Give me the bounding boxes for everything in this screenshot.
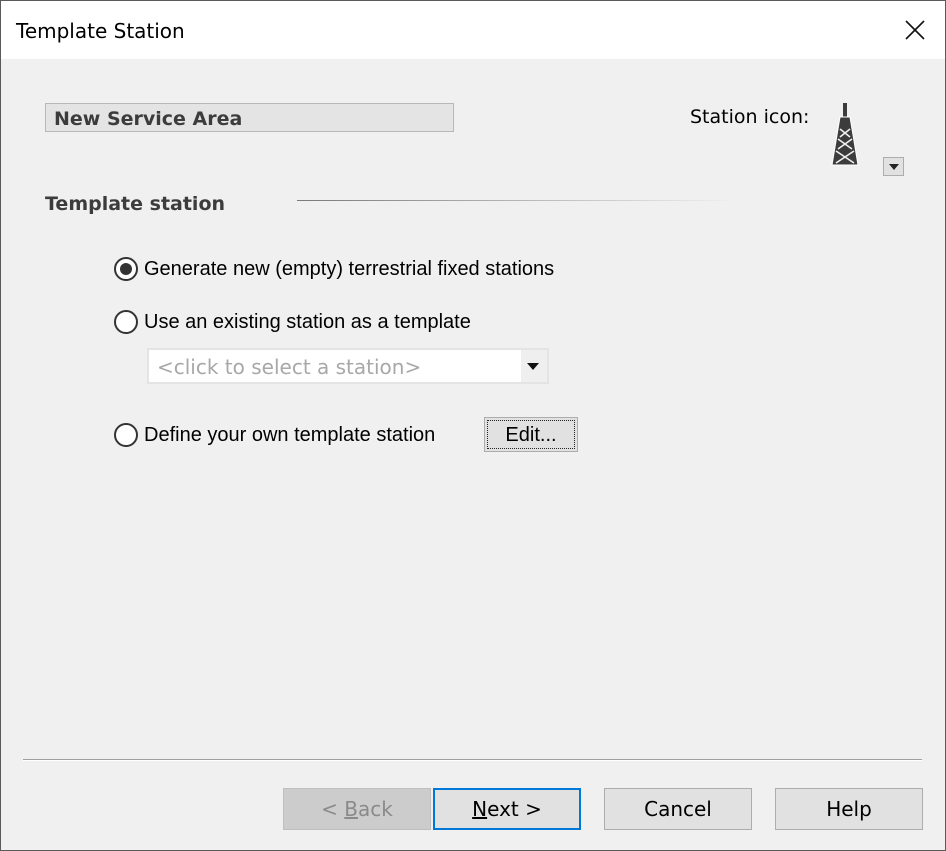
close-icon: [905, 20, 925, 40]
radio-tower-icon: [831, 103, 859, 166]
option-label: Generate new (empty) terrestrial fixed s…: [144, 257, 555, 280]
back-button[interactable]: < Back: [283, 788, 431, 830]
dialog-title: Template Station: [16, 19, 185, 43]
next-button[interactable]: Next >: [433, 788, 581, 830]
edit-button-label: Edit...: [505, 424, 557, 446]
option-label: Define your own template station: [144, 423, 436, 446]
back-prefix: <: [321, 797, 345, 821]
service-area-name-field: New Service Area: [45, 103, 454, 132]
edit-button[interactable]: Edit...: [484, 417, 578, 452]
help-label: Help: [826, 797, 872, 821]
option-define-own[interactable]: Define your own template station: [114, 423, 435, 447]
cancel-label: Cancel: [644, 797, 712, 821]
option-use-existing[interactable]: Use an existing station as a template: [114, 310, 471, 334]
next-mnemonic: N: [472, 797, 488, 821]
cancel-button[interactable]: Cancel: [604, 788, 752, 830]
radio-generate-new[interactable]: [114, 257, 138, 281]
close-button[interactable]: [885, 1, 945, 59]
radio-use-existing[interactable]: [114, 310, 138, 334]
existing-station-select[interactable]: <click to select a station>: [147, 348, 549, 384]
template-station-dialog: Template Station New Service Area Statio…: [0, 0, 946, 851]
section-title: Template station: [45, 193, 226, 215]
chevron-down-icon[interactable]: [521, 350, 547, 382]
next-rest: ext >: [487, 797, 542, 821]
option-generate-new[interactable]: Generate new (empty) terrestrial fixed s…: [114, 257, 554, 281]
station-select-placeholder: <click to select a station>: [157, 355, 422, 379]
service-area-name: New Service Area: [54, 108, 243, 130]
section-divider: [297, 200, 737, 201]
option-label: Use an existing station as a template: [144, 310, 471, 333]
radio-define-own[interactable]: [114, 423, 138, 447]
title-bar: Template Station: [1, 1, 945, 59]
help-button[interactable]: Help: [775, 788, 923, 830]
back-rest: ack: [358, 797, 393, 821]
back-mnemonic: B: [344, 797, 358, 821]
footer-divider: [23, 759, 922, 761]
station-icon-dropdown-button[interactable]: [883, 157, 904, 176]
station-icon-label: Station icon:: [690, 106, 810, 128]
